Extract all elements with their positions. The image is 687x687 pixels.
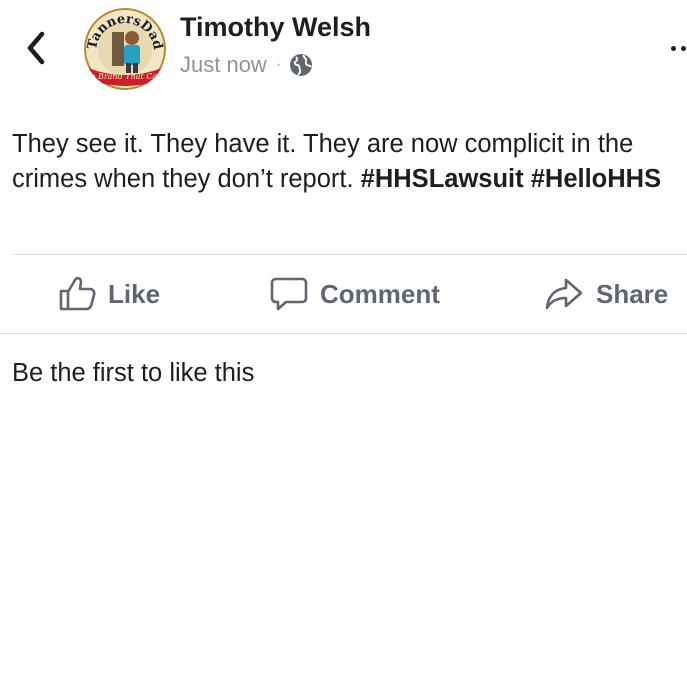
post-header: TannersDad The Brand That Cares Timothy … bbox=[0, 0, 687, 100]
post-body: They see it. They have it. They are now … bbox=[12, 127, 677, 197]
hashtag-link[interactable]: #HHSLawsuit bbox=[361, 165, 524, 193]
more-dots-icon bbox=[671, 45, 676, 51]
comment-bubble-icon bbox=[270, 277, 308, 311]
comment-button[interactable]: Comment bbox=[270, 255, 440, 333]
share-arrow-icon bbox=[545, 278, 583, 310]
comment-label: Comment bbox=[320, 278, 440, 309]
meta-separator: · bbox=[275, 56, 282, 73]
action-bar: Like Comment Share bbox=[0, 255, 687, 333]
like-label: Like bbox=[108, 278, 161, 309]
reactions-prompt[interactable]: Be the first to like this bbox=[12, 359, 254, 388]
chevron-left-icon bbox=[27, 31, 45, 65]
timestamp[interactable]: Just now bbox=[180, 52, 267, 78]
avatar[interactable]: TannersDad The Brand That Cares bbox=[84, 8, 166, 90]
like-button[interactable]: Like bbox=[58, 255, 160, 333]
share-label: Share bbox=[596, 278, 669, 309]
share-button[interactable]: Share bbox=[544, 255, 668, 333]
divider-bottom bbox=[0, 333, 687, 334]
thumbs-up-icon bbox=[59, 276, 96, 311]
avatar-banner-text: The Brand That Cares bbox=[84, 72, 166, 81]
globe-icon bbox=[290, 54, 313, 76]
back-button[interactable] bbox=[18, 28, 54, 68]
author-name[interactable]: Timothy Welsh bbox=[180, 12, 371, 43]
hashtag-link[interactable]: #HelloHHS bbox=[531, 165, 661, 193]
post-meta: Just now · bbox=[180, 52, 313, 78]
more-options-button[interactable] bbox=[671, 38, 687, 58]
